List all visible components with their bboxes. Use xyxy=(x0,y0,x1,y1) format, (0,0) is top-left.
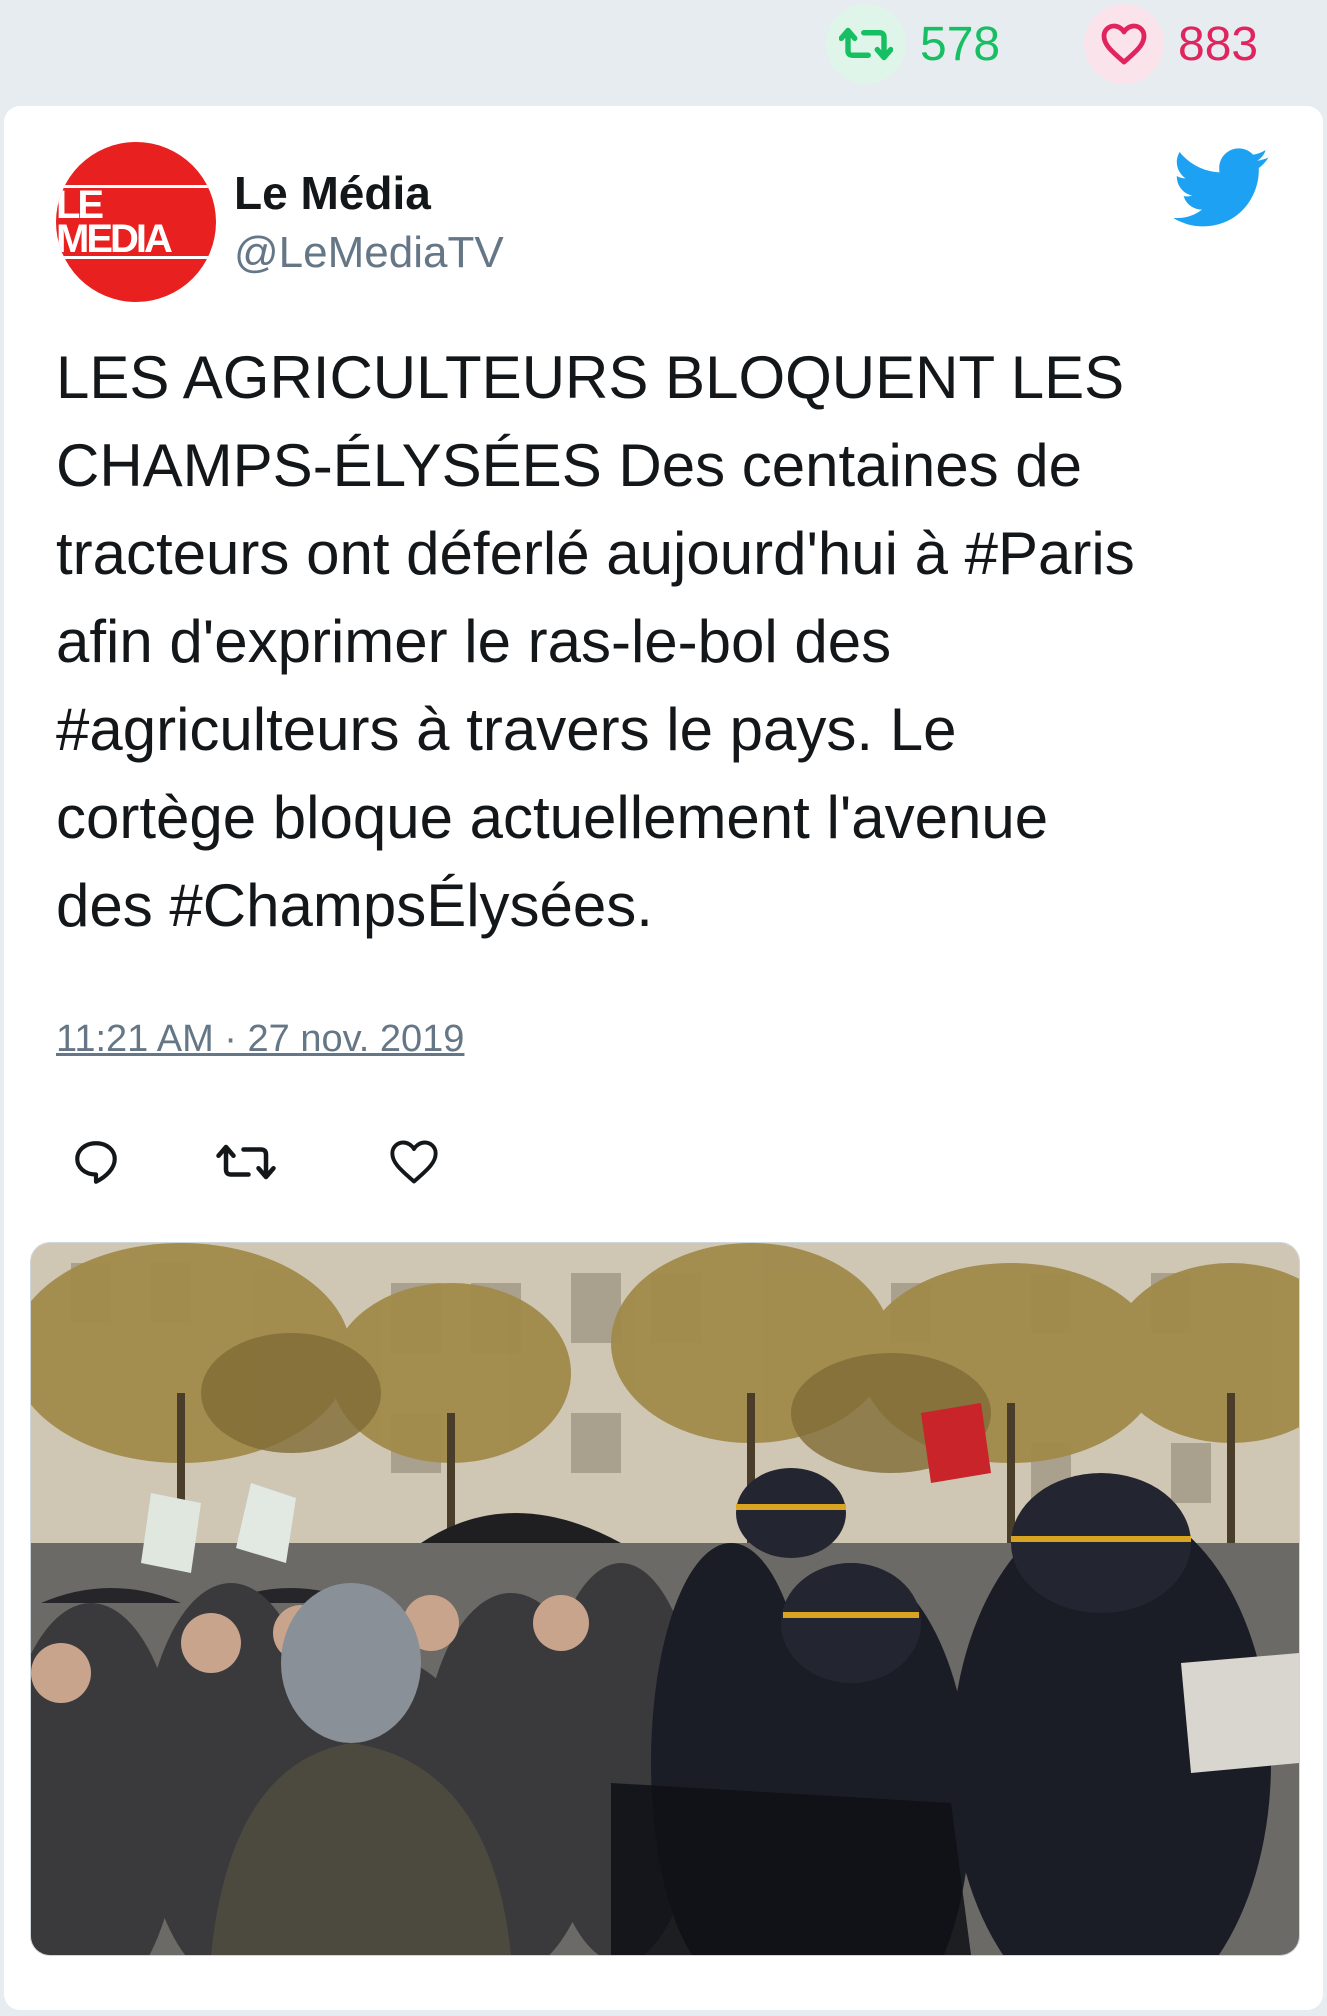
tweet-text-line: afin d'exprimer le ras-le-bol des xyxy=(56,608,892,675)
display-name[interactable]: Le Média xyxy=(234,166,431,220)
tweet-card: LE MEDIA Le Média @LeMediaTV LES AGRICUL… xyxy=(4,106,1323,2010)
heart-icon xyxy=(1084,4,1164,84)
tweet-timestamp[interactable]: 11:21 AM · 27 nov. 2019 xyxy=(56,1018,464,1061)
like-button[interactable] xyxy=(384,1132,444,1192)
tweet-text-line: cortège bloque actuellement l'avenue xyxy=(56,784,1049,851)
user-handle[interactable]: @LeMediaTV xyxy=(234,228,504,278)
tweet-text-line: CHAMPS-ÉLYSÉES Des centaines de xyxy=(56,432,1083,499)
tweet-text: LES AGRICULTEURS BLOQUENT LES CHAMPS-ÉLY… xyxy=(56,334,1276,950)
like-stat[interactable]: 883 xyxy=(1084,4,1258,84)
retweet-count: 578 xyxy=(920,17,1001,71)
retweet-icon xyxy=(826,4,906,84)
reply-button[interactable] xyxy=(66,1132,126,1192)
engagement-bar: 578 883 xyxy=(0,0,1327,100)
avatar[interactable]: LE MEDIA xyxy=(56,142,216,302)
tweet-text-line: LES AGRICULTEURS BLOQUENT LES xyxy=(56,344,1125,411)
twitter-bird-icon[interactable] xyxy=(1172,148,1270,228)
heart-icon xyxy=(390,1140,438,1184)
retweet-icon xyxy=(216,1144,276,1180)
like-count: 883 xyxy=(1178,17,1259,71)
tweet-text-line: tracteurs ont déferlé aujourd'hui à #Par… xyxy=(56,520,1135,587)
tweet-text-line: #agriculteurs à travers le pays. Le xyxy=(56,696,957,763)
tweet-text-line: des #ChampsÉlysées. xyxy=(56,872,653,939)
protest-photo xyxy=(31,1243,1299,1955)
tweet-media-photo[interactable] xyxy=(30,1242,1300,1956)
avatar-logo: LE MEDIA xyxy=(56,185,216,259)
retweet-stat[interactable]: 578 xyxy=(826,4,1000,84)
reply-icon xyxy=(75,1141,117,1184)
retweet-button[interactable] xyxy=(216,1132,276,1192)
